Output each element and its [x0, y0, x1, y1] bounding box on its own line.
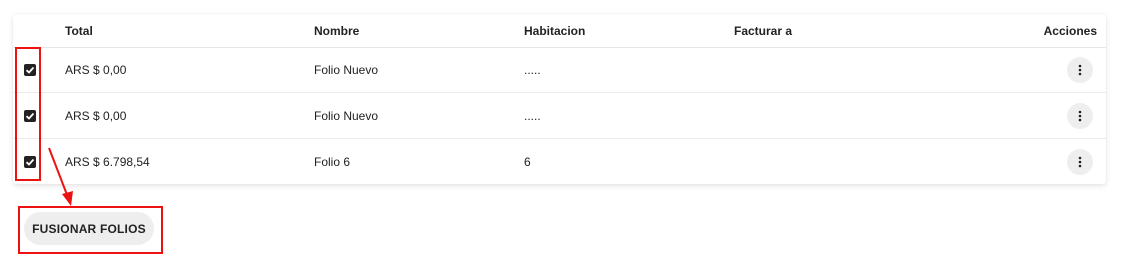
table-row[interactable]: ARS $ 0,00 Folio Nuevo ..... — [13, 93, 1106, 139]
row-actions-button[interactable] — [1067, 148, 1093, 175]
header-habitacion[interactable]: Habitacion — [524, 14, 585, 47]
table-row[interactable]: ARS $ 0,00 Folio Nuevo ..... — [13, 47, 1106, 93]
header-facturar-a[interactable]: Facturar a — [734, 14, 792, 47]
row-actions-button[interactable] — [1067, 102, 1093, 129]
cell-nombre: Folio Nuevo — [314, 108, 379, 123]
header-nombre[interactable]: Nombre — [314, 14, 359, 47]
cell-nombre: Folio 6 — [314, 154, 351, 169]
table-row[interactable]: ARS $ 6.798,54 Folio 6 6 — [13, 139, 1106, 184]
header-total[interactable]: Total — [65, 14, 93, 47]
annotation-arrow-icon — [48, 147, 73, 206]
cell-nombre: Folio Nuevo — [314, 62, 379, 77]
cell-total: ARS $ 0,00 — [65, 62, 127, 77]
cell-habitacion: ..... — [524, 108, 541, 123]
folios-table: Total Nombre Habitacion Facturar a Accio… — [13, 14, 1106, 184]
more-vertical-icon — [1078, 156, 1082, 167]
row-actions-button[interactable] — [1067, 56, 1093, 83]
table-header: Total Nombre Habitacion Facturar a Accio… — [13, 14, 1106, 48]
more-vertical-icon — [1078, 110, 1082, 121]
cell-habitacion: ..... — [524, 62, 541, 77]
cell-total: ARS $ 0,00 — [65, 108, 127, 123]
header-acciones: Acciones — [1043, 23, 1097, 38]
checkbox-annotation-box — [15, 47, 41, 181]
merge-folios-button[interactable]: FUSIONAR FOLIOS — [24, 212, 154, 245]
cell-habitacion: 6 — [524, 154, 531, 169]
more-vertical-icon — [1078, 64, 1082, 75]
